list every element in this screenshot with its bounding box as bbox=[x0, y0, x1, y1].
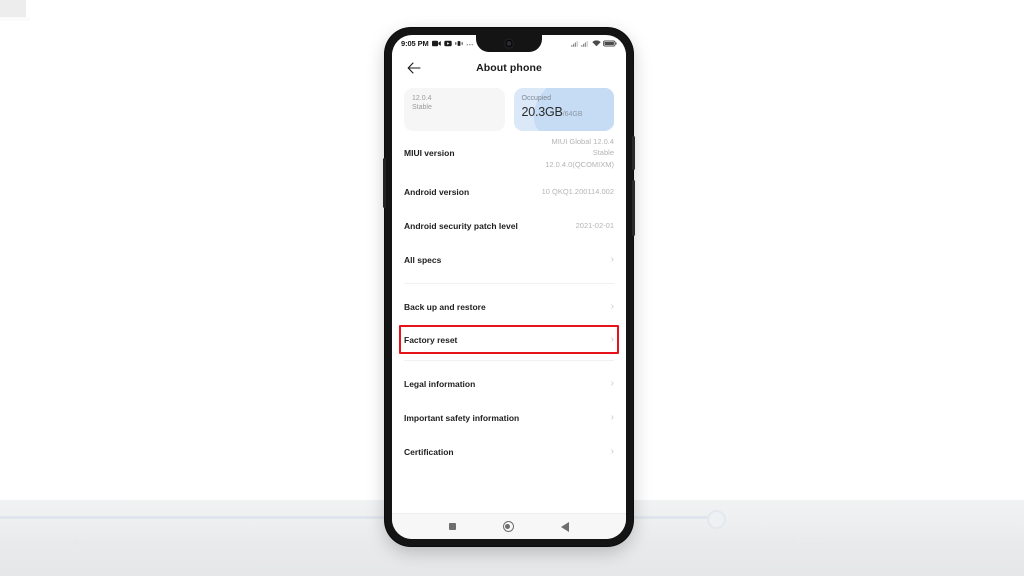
storage-summary-card[interactable]: Occupied 20.3GB/64GB bbox=[513, 88, 614, 131]
version-card-channel: Stable bbox=[412, 104, 432, 112]
chevron-right-icon: › bbox=[610, 378, 614, 389]
corner-swatch bbox=[0, 0, 26, 17]
row-android-version[interactable]: Android version 10 QKQ1.200114.002 bbox=[392, 175, 626, 209]
version-summary-card[interactable]: 12.0.4 Stable bbox=[404, 88, 505, 131]
corner-swatch-secondary bbox=[0, 17, 30, 21]
row-miui-version[interactable]: MIUI version MIUI Global 12.0.4 Stable 12.… bbox=[392, 131, 626, 175]
row-all-specs[interactable]: All specs › bbox=[392, 243, 626, 277]
page-title: About phone bbox=[476, 62, 542, 74]
battery-icon bbox=[602, 40, 617, 47]
status-bar-left: 9:05 PM bbox=[401, 39, 475, 48]
signal-bars-2-icon bbox=[581, 40, 589, 47]
chevron-right-icon: › bbox=[610, 333, 614, 345]
version-card-number: 12.0.4 bbox=[412, 95, 432, 102]
arrow-left-icon bbox=[407, 62, 421, 74]
row-value: MIUI Global 12.0.4 Stable 12.0.4.0(QCOMIXM… bbox=[545, 136, 614, 169]
row-label: Certification bbox=[404, 447, 454, 457]
video-scrubber-handle[interactable] bbox=[707, 510, 726, 529]
row-label: Android version bbox=[404, 187, 470, 197]
row-label: All specs bbox=[404, 255, 442, 265]
storage-used: 20.3GB bbox=[521, 105, 563, 120]
chevron-right-icon: › bbox=[610, 301, 614, 312]
wifi-icon bbox=[591, 40, 601, 47]
row-label: Android security patch level bbox=[404, 221, 518, 231]
section-divider-2 bbox=[404, 360, 614, 361]
storage-total: /64GB bbox=[562, 111, 583, 119]
recents-square-icon[interactable] bbox=[449, 523, 457, 530]
storage-card-caption: Occupied bbox=[521, 95, 552, 102]
row-important-safety-information[interactable]: Important safety information › bbox=[392, 401, 626, 435]
vibrate-icon bbox=[455, 40, 463, 47]
screen-record-icon bbox=[443, 40, 452, 47]
camera-lens-dot bbox=[506, 41, 512, 46]
row-value: 10 QKQ1.200114.002 bbox=[541, 187, 614, 197]
home-circle-icon[interactable] bbox=[502, 521, 514, 532]
android-nav-bar bbox=[392, 513, 626, 539]
notch bbox=[476, 35, 542, 52]
left-side-button[interactable] bbox=[383, 158, 386, 208]
row-security-patch[interactable]: Android security patch level 2021-02-01 bbox=[392, 209, 626, 243]
more-icon bbox=[466, 40, 475, 47]
player-ghost-control-left: ▶► bbox=[74, 537, 94, 549]
back-triangle-icon[interactable] bbox=[560, 521, 569, 532]
row-label: MIUI version bbox=[404, 148, 455, 158]
chevron-right-icon: › bbox=[610, 412, 614, 423]
row-label: Factory reset bbox=[404, 334, 458, 345]
signal-bars-icon bbox=[570, 40, 579, 47]
volume-up-button[interactable] bbox=[632, 136, 635, 170]
storage-card-value-row: 20.3GB/64GB bbox=[522, 103, 607, 121]
row-label: Back up and restore bbox=[404, 302, 486, 312]
status-time: 9:05 PM bbox=[401, 39, 429, 48]
player-ghost-control-right: ⚙ ☐ ⛶ bbox=[788, 537, 822, 549]
video-camera-icon bbox=[431, 40, 441, 47]
status-bar-right bbox=[570, 40, 618, 47]
row-backup-restore[interactable]: Back up and restore › bbox=[392, 290, 626, 324]
chevron-right-icon: › bbox=[610, 254, 614, 265]
phone-device: 9:05 PM About phone 12.0.4 Stable Occupi… bbox=[383, 28, 635, 546]
row-legal-information[interactable]: Legal information › bbox=[392, 367, 626, 401]
app-bar: About phone bbox=[392, 52, 626, 84]
front-camera-icon bbox=[503, 38, 515, 49]
phone-screen: 9:05 PM About phone 12.0.4 Stable Occupi… bbox=[392, 35, 626, 539]
chevron-right-icon: › bbox=[610, 446, 614, 457]
settings-content: 12.0.4 Stable Occupied 20.3GB/64GB MIUI … bbox=[392, 84, 626, 513]
row-label: Important safety information bbox=[404, 413, 520, 423]
summary-cards-row: 12.0.4 Stable Occupied 20.3GB/64GB bbox=[392, 84, 626, 131]
row-label: Legal information bbox=[404, 379, 476, 389]
row-factory-reset[interactable]: Factory reset › bbox=[392, 325, 626, 354]
settings-list: MIUI version MIUI Global 12.0.4 Stable 12.… bbox=[392, 131, 626, 469]
row-certification[interactable]: Certification › bbox=[392, 435, 626, 469]
back-button[interactable] bbox=[404, 58, 424, 78]
power-button[interactable] bbox=[632, 180, 635, 236]
section-divider-1 bbox=[404, 283, 614, 284]
row-value: 2021-02-01 bbox=[575, 221, 614, 231]
